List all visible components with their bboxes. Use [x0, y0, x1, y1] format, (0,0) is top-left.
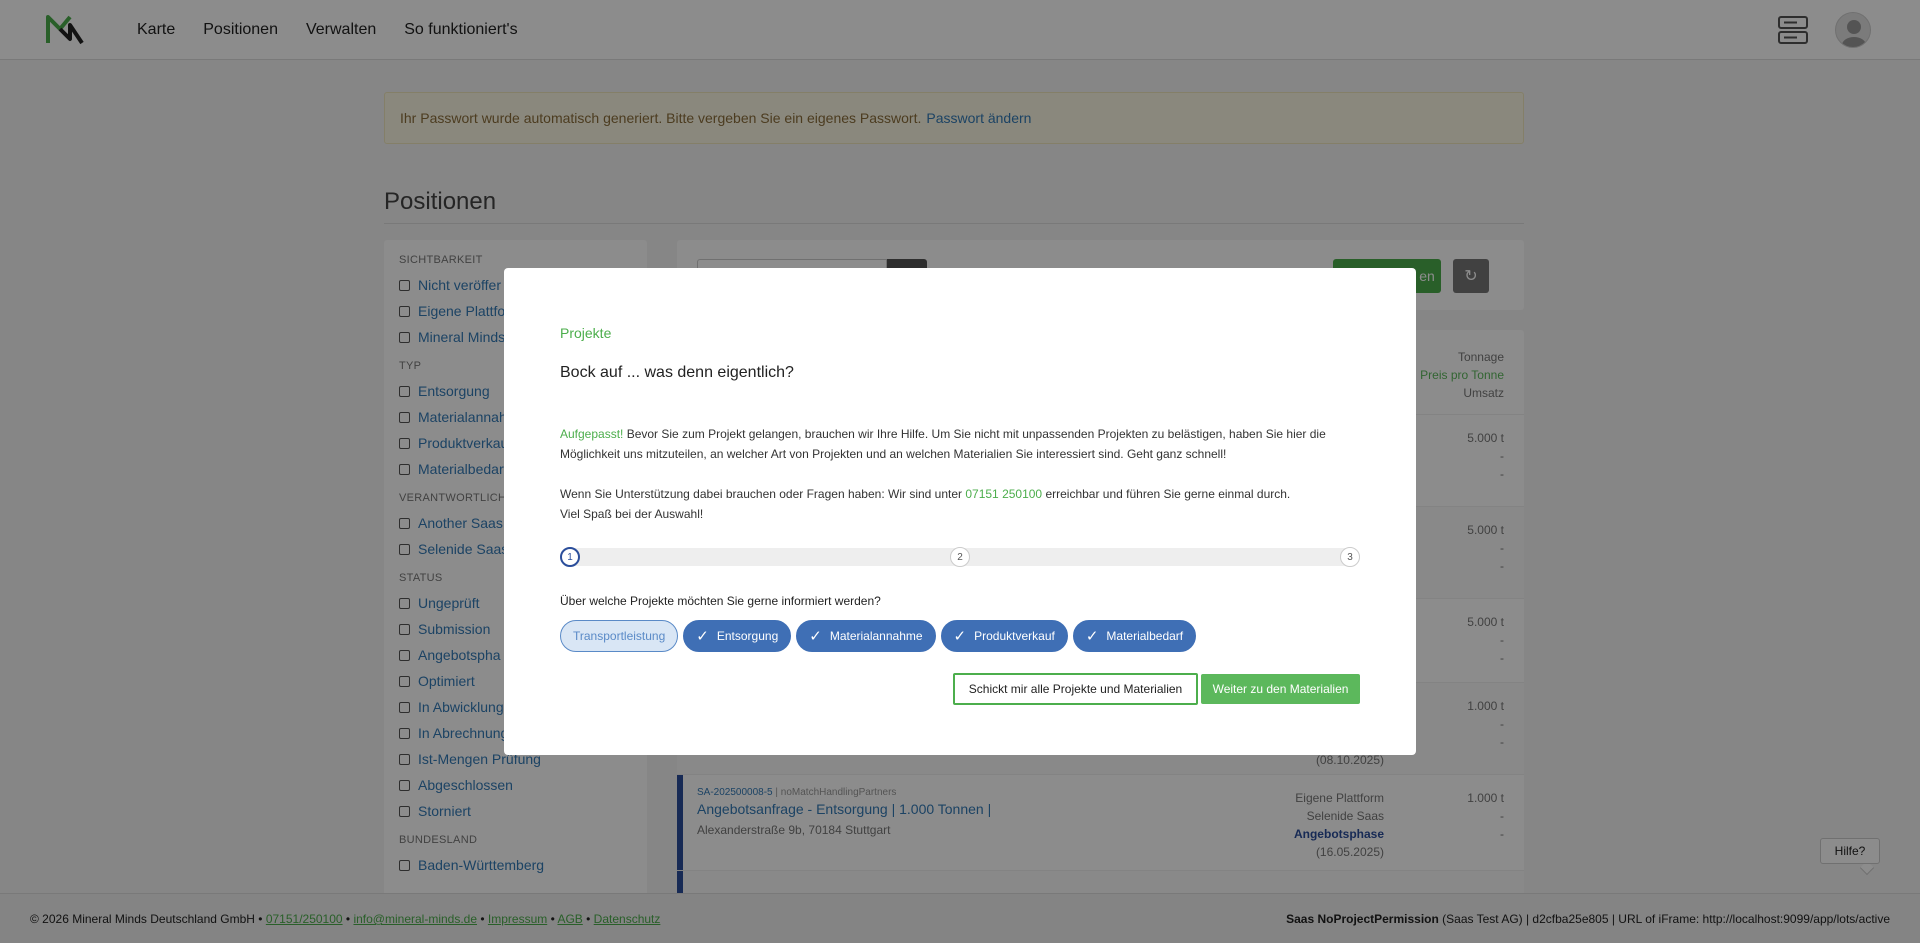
chip-materialannahme[interactable]: ✓ Materialannahme [796, 620, 936, 652]
check-icon: ✓ [953, 627, 967, 645]
modal-closing: Viel Spaß bei der Auswahl! [560, 507, 704, 521]
modal-highlight: Aufgepasst! [560, 427, 624, 441]
check-icon: ✓ [1085, 627, 1099, 645]
chip-label: Entsorgung [716, 629, 779, 643]
modal-intro-text: Aufgepasst! Bevor Sie zum Projekt gelang… [560, 424, 1360, 464]
step-1: 1 [560, 547, 580, 567]
step-3: 3 [1340, 547, 1360, 567]
continue-to-materials-button[interactable]: Weiter zu den Materialien [1201, 674, 1360, 704]
modal-support-before: Wenn Sie Unterstützung dabei brauchen od… [560, 487, 966, 501]
send-all-button[interactable]: Schickt mir alle Projekte und Materialie… [953, 673, 1198, 705]
modal-intro-body: Bevor Sie zum Projekt gelangen, brauchen… [560, 427, 1326, 461]
project-type-chips: Transportleistung ✓ Entsorgung ✓ Materiala… [560, 620, 1197, 652]
progress-stepper: 1 2 3 [560, 547, 1360, 567]
chip-label: Materialbedarf [1106, 629, 1184, 643]
step-2: 2 [950, 547, 970, 567]
modal-title: Bock auf ... was denn eigentlich? [560, 364, 794, 381]
modal-kicker: Projekte [560, 325, 612, 341]
project-question: Über welche Projekte möchten Sie gerne i… [560, 594, 881, 608]
check-icon: ✓ [696, 627, 709, 645]
modal-support-after: erreichbar und führen Sie gerne einmal d… [1042, 487, 1291, 501]
modal-support-text: Wenn Sie Unterstützung dabei brauchen od… [560, 484, 1360, 524]
chip-produktverkauf[interactable]: ✓ Produktverkauf [940, 620, 1068, 652]
chip-label: Materialannahme [829, 629, 923, 643]
chip-label: Transportleistung [573, 629, 666, 643]
check-icon: ✓ [809, 627, 822, 645]
chip-entsorgung[interactable]: ✓ Entsorgung [683, 620, 792, 652]
modal-phone[interactable]: 07151 250100 [965, 487, 1042, 501]
chip-materialbedarf[interactable]: ✓ Materialbedarf [1072, 620, 1197, 652]
onboarding-modal: Projekte Bock auf ... was denn eigentlic… [504, 268, 1416, 755]
chip-transportleistung[interactable]: Transportleistung [560, 620, 679, 652]
chip-label: Produktverkauf [974, 629, 1055, 643]
